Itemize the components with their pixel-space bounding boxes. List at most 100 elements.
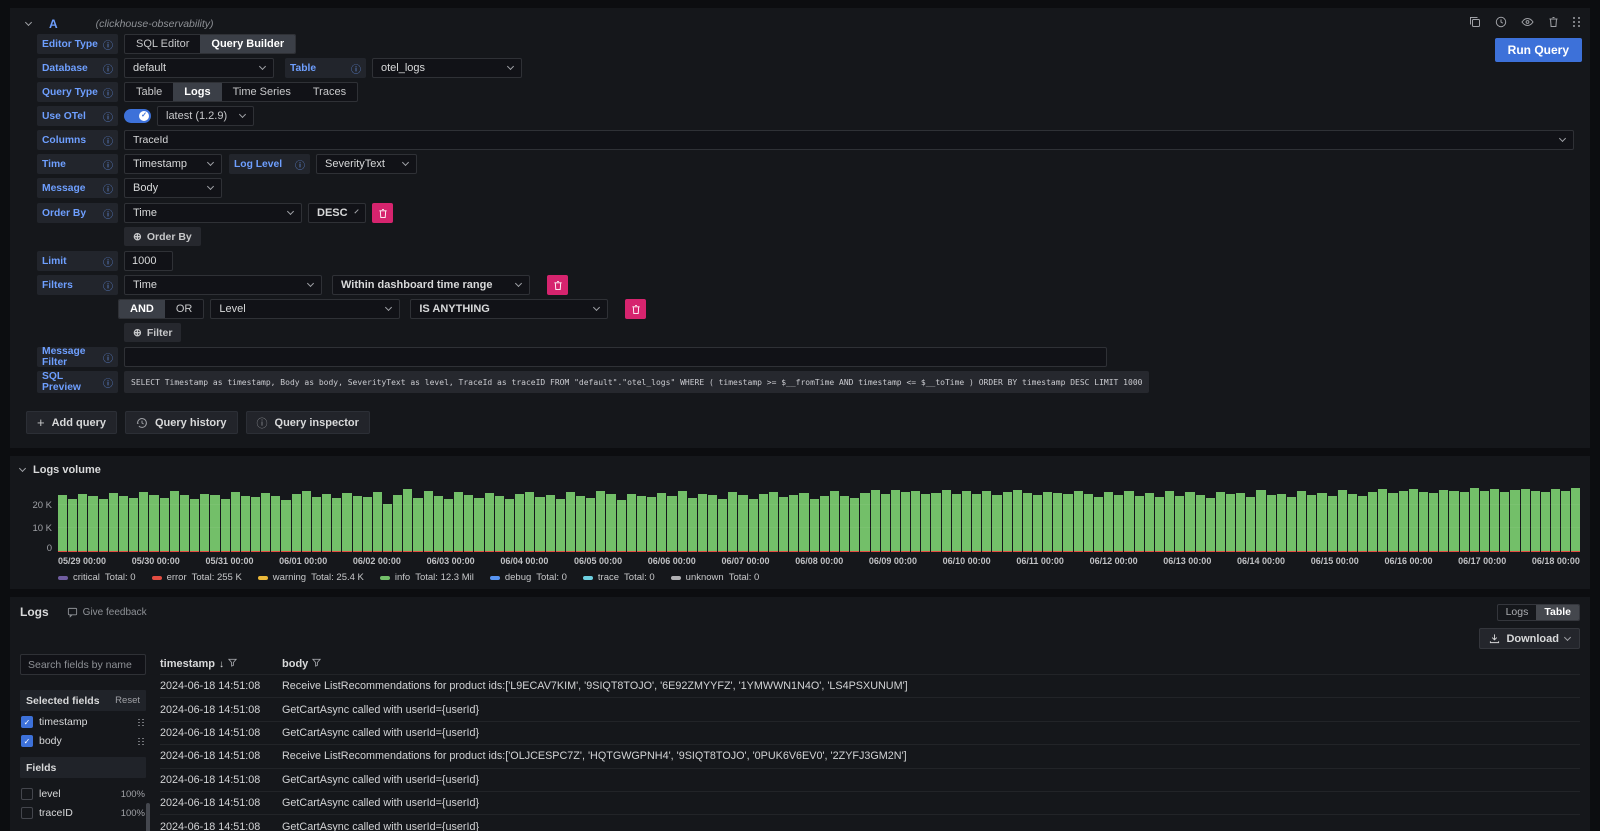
delete-query-icon[interactable] xyxy=(1548,16,1559,28)
remove-filter2-button[interactable] xyxy=(625,299,646,319)
info-icon[interactable]: ⓘ xyxy=(351,61,361,76)
drag-handle-icon[interactable] xyxy=(138,719,145,726)
datasource-name: (clickhouse-observability) xyxy=(96,18,214,30)
columns-multiselect[interactable]: TraceId xyxy=(124,130,1574,150)
query-type-time-series[interactable]: Time Series xyxy=(222,83,302,101)
log-level-select[interactable]: SeverityText xyxy=(316,154,417,174)
message-column-select[interactable]: Body xyxy=(124,178,222,198)
info-icon[interactable]: ⓘ xyxy=(103,85,113,100)
legend-item-info[interactable]: infoTotal: 12.3 Mil xyxy=(380,572,474,583)
filter1-field-select[interactable]: Time xyxy=(124,275,322,295)
download-icon xyxy=(1489,633,1500,644)
volume-bar xyxy=(1297,491,1306,552)
bars-plot-area xyxy=(58,488,1580,552)
filter-funnel-icon[interactable] xyxy=(228,658,237,670)
view-toggle-logs[interactable]: Logs xyxy=(1498,605,1537,620)
filter-and-option[interactable]: AND xyxy=(119,300,165,318)
database-select[interactable]: default xyxy=(124,58,274,78)
field-checkbox[interactable] xyxy=(21,807,33,819)
add-filter-button[interactable]: ⊕Filter xyxy=(124,323,181,342)
info-icon[interactable]: ⓘ xyxy=(103,157,113,172)
info-icon[interactable]: ⓘ xyxy=(103,181,113,196)
info-icon[interactable]: ⓘ xyxy=(103,278,113,293)
hide-response-eye-icon[interactable] xyxy=(1521,16,1534,28)
legend-item-unknown[interactable]: unknownTotal: 0 xyxy=(671,572,760,583)
filter2-operator-select[interactable]: IS ANYTHING xyxy=(410,299,608,319)
info-icon[interactable]: ⓘ xyxy=(103,37,113,52)
chevron-down-icon xyxy=(239,111,246,118)
volume-bar xyxy=(454,492,463,552)
legend-item-debug[interactable]: debugTotal: 0 xyxy=(490,572,567,583)
filter1-operator-select[interactable]: Within dashboard time range xyxy=(332,275,530,295)
limit-input[interactable] xyxy=(124,251,173,271)
filter2-field-select[interactable]: Level xyxy=(210,299,400,319)
info-icon[interactable]: ⓘ xyxy=(103,350,113,365)
editor-type-sql-editor[interactable]: SQL Editor xyxy=(125,35,200,53)
reset-fields-button[interactable]: Reset xyxy=(115,695,140,706)
add-query-button[interactable]: +Add query xyxy=(26,411,117,434)
order-by-direction-select[interactable]: DESC xyxy=(308,203,366,223)
remove-order-by-button[interactable] xyxy=(372,203,393,223)
drag-handle-icon[interactable] xyxy=(1573,17,1580,28)
x-tick-label: 06/10 00:00 xyxy=(943,556,991,566)
info-icon[interactable]: ⓘ xyxy=(295,157,305,172)
legend-item-error[interactable]: errorTotal: 255 K xyxy=(152,572,242,583)
run-query-button[interactable]: Run Query xyxy=(1495,38,1582,62)
field-checkbox[interactable] xyxy=(21,788,33,800)
sidebar-scrollbar[interactable] xyxy=(146,803,150,831)
timestamp-column-header[interactable]: timestamp xyxy=(160,658,215,670)
info-icon[interactable]: ⓘ xyxy=(103,133,113,148)
database-label: Databaseⓘ xyxy=(37,58,118,78)
remove-filter1-button[interactable] xyxy=(547,275,568,295)
logs-volume-chart: 20 K10 K0 xyxy=(20,488,1580,552)
legend-swatch xyxy=(258,576,268,580)
query-type-table[interactable]: Table xyxy=(125,83,173,101)
add-order-by-button[interactable]: ⊕Order By xyxy=(124,227,201,246)
info-icon[interactable]: ⓘ xyxy=(103,375,113,390)
order-by-field-select[interactable]: Time xyxy=(124,203,302,223)
filter-funnel-icon[interactable] xyxy=(312,658,321,670)
legend-item-warning[interactable]: warningTotal: 25.4 K xyxy=(258,572,364,583)
sort-desc-icon[interactable]: ↓ xyxy=(219,659,224,670)
time-column-select[interactable]: Timestamp xyxy=(124,154,222,174)
volume-bar xyxy=(413,498,422,552)
query-inspector-button[interactable]: ⓘQuery inspector xyxy=(246,411,370,434)
info-icon[interactable]: ⓘ xyxy=(103,206,113,221)
info-icon[interactable]: ⓘ xyxy=(103,61,113,76)
query-type-logs[interactable]: Logs xyxy=(173,83,221,101)
body-column-header[interactable]: body xyxy=(282,658,308,670)
otel-version-select[interactable]: latest (1.2.9) xyxy=(157,106,254,126)
use-otel-toggle[interactable]: ✓ xyxy=(124,109,151,123)
volume-bar xyxy=(342,493,351,552)
panel-collapse-chevron-icon[interactable] xyxy=(19,465,26,472)
sql-preview-label: SQL Previewⓘ xyxy=(37,371,118,393)
editor-type-query-builder[interactable]: Query Builder xyxy=(200,35,295,53)
drag-handle-icon[interactable] xyxy=(138,738,145,745)
view-toggle-table[interactable]: Table xyxy=(1536,605,1579,620)
message-filter-input[interactable] xyxy=(124,347,1107,367)
log-body-cell: Receive ListRecommendations for product … xyxy=(282,680,1580,692)
query-type-traces[interactable]: Traces xyxy=(302,83,357,101)
info-icon[interactable]: ⓘ xyxy=(103,254,113,269)
field-checkbox[interactable]: ✓ xyxy=(21,716,33,728)
legend-item-critical[interactable]: criticalTotal: 0 xyxy=(58,572,136,583)
info-icon[interactable]: ⓘ xyxy=(103,109,113,124)
volume-bar xyxy=(1145,493,1154,552)
search-fields-input[interactable] xyxy=(20,654,146,675)
download-button[interactable]: Download xyxy=(1479,628,1580,649)
collapse-chevron-icon[interactable] xyxy=(25,19,32,26)
filter-or-option[interactable]: OR xyxy=(165,300,204,318)
table-select[interactable]: otel_logs xyxy=(372,58,522,78)
query-history-button[interactable]: Query history xyxy=(125,411,238,434)
duplicate-query-icon[interactable] xyxy=(1469,16,1481,28)
volume-bar xyxy=(535,497,544,552)
chevron-down-icon xyxy=(507,63,514,70)
volume-bar xyxy=(129,498,138,552)
field-checkbox[interactable]: ✓ xyxy=(21,735,33,747)
legend-item-trace[interactable]: traceTotal: 0 xyxy=(583,572,655,583)
x-tick-label: 06/12 00:00 xyxy=(1090,556,1138,566)
query-history-icon[interactable] xyxy=(1495,16,1507,28)
give-feedback-button[interactable]: Give feedback xyxy=(67,607,147,618)
volume-bar xyxy=(261,493,270,552)
volume-bar xyxy=(251,497,260,552)
